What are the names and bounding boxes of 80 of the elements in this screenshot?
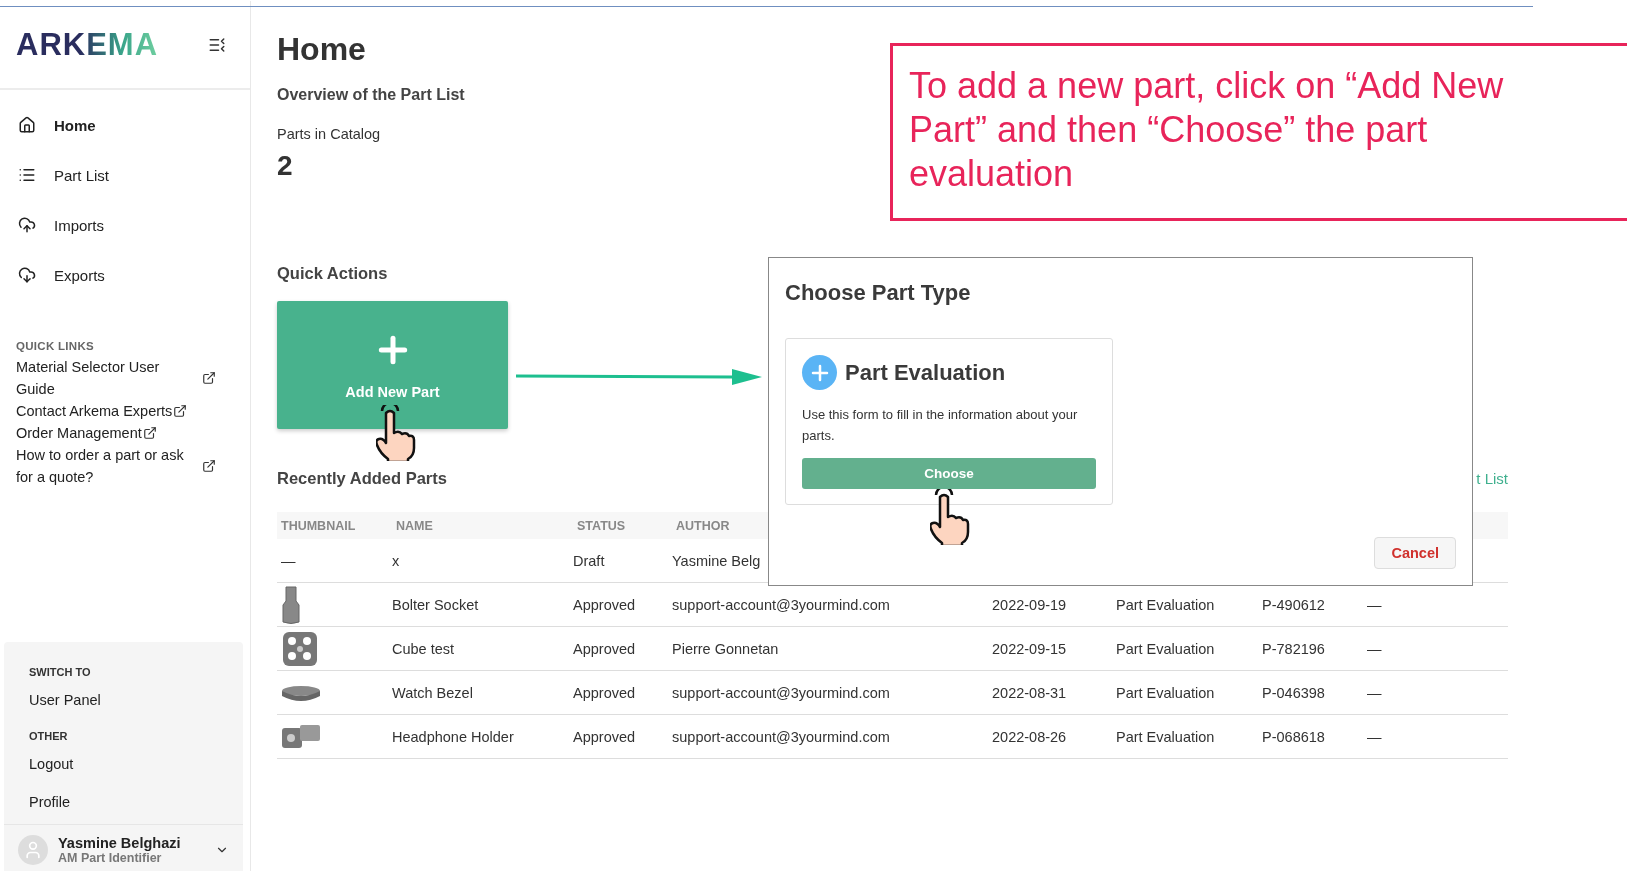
nav-item[interactable]: Home — [18, 100, 250, 150]
external-link-icon[interactable] — [142, 426, 157, 440]
menu-item[interactable]: Profile — [4, 786, 243, 824]
nav-item[interactable]: Part List — [18, 150, 250, 200]
section-heading: SWITCH TO — [28, 665, 92, 680]
table-cell-text: support-account@3yourmind.com — [672, 596, 891, 613]
quick-link[interactable]: Contact Arkema Experts — [16, 400, 173, 422]
table-cell-text: Part Evaluation — [1116, 596, 1216, 613]
table-cell-text: P-046398 — [1262, 684, 1326, 701]
table-cell-text: Headphone Holder — [392, 728, 515, 745]
collapse-menu-icon[interactable] — [208, 35, 226, 54]
table-cell-text: Part Evaluation — [1116, 684, 1216, 701]
quick-link[interactable]: How to order a part or ask for a quote? — [16, 444, 201, 488]
section-heading: QUICK LINKS — [16, 340, 96, 352]
plus-icon — [802, 355, 837, 390]
table-cell-text: x — [392, 552, 401, 569]
nav-item[interactable]: Exports — [18, 250, 250, 300]
table-cell-text: Bolter Socket — [392, 596, 480, 613]
menu-item[interactable]: Logout — [4, 748, 243, 786]
table-cell-text: 2022-09-15 — [992, 640, 1068, 657]
cloud-download-icon — [18, 266, 36, 284]
annotation-text: To add a new part, click on “Add New Part” and then “Choose” the part evaluation — [909, 64, 1505, 196]
table-cell-text: Approved — [573, 596, 637, 613]
table-cell: — — [281, 552, 296, 569]
table-cell-text: 2022-08-26 — [992, 728, 1068, 745]
section-heading: Quick Actions — [277, 264, 388, 283]
dialog-title: Choose Part Type — [785, 280, 972, 306]
table-cell-text: P-068618 — [1262, 728, 1326, 745]
table-cell-text: — — [1367, 640, 1383, 657]
external-link-icon[interactable] — [202, 459, 216, 473]
nav-item[interactable]: Imports — [18, 200, 250, 250]
cloud-upload-icon — [18, 216, 36, 234]
user-role: AM Part Identifier — [58, 851, 163, 865]
table-cell-text: Approved — [573, 640, 637, 657]
column-header: AUTHOR — [675, 518, 731, 533]
cancel-button[interactable]: Cancel — [1374, 537, 1456, 569]
table-cell-text: support-account@3yourmind.com — [672, 728, 891, 745]
column-header: STATUS — [576, 518, 627, 533]
table-cell-text: 2022-09-19 — [992, 596, 1068, 613]
socket-thumbnail — [281, 585, 301, 624]
stat-label: Parts in Catalog — [277, 126, 381, 142]
avatar-icon — [18, 835, 48, 865]
table-cell-text: Approved — [573, 684, 637, 701]
quick-link[interactable]: Material Selector User Guide — [16, 356, 201, 400]
table-cell-text: Watch Bezel — [392, 684, 474, 701]
table-cell-text: Pierre Gonnetan — [672, 640, 780, 657]
table-cell-text: Approved — [573, 728, 637, 745]
table-cell-text: Part Evaluation — [1116, 640, 1216, 657]
table-cell-text: Yasmine Belg — [672, 552, 762, 569]
section-subtitle: Overview of the Part List — [277, 86, 465, 104]
home-icon — [18, 116, 36, 134]
ring-thumbnail — [281, 683, 321, 702]
table-cell-text: — — [1367, 728, 1383, 745]
table-cell-text: Draft — [573, 552, 606, 569]
table-cell-text: — — [1367, 684, 1383, 701]
table-cell-text: Cube test — [392, 640, 456, 657]
menu-item[interactable]: User Panel — [4, 684, 243, 722]
quick-link[interactable]: Order Management — [16, 422, 142, 444]
external-link-icon[interactable] — [202, 371, 216, 385]
column-header: THUMBNAIL — [280, 518, 357, 533]
column-header: NAME — [395, 518, 434, 533]
table-cell-text: support-account@3yourmind.com — [672, 684, 891, 701]
table-cell-text: Part Evaluation — [1116, 728, 1216, 745]
table-cell-text: 2022-08-31 — [992, 684, 1068, 701]
table-cell-text: P-490612 — [1262, 596, 1326, 613]
lattice-thumbnail — [281, 629, 319, 668]
table-cell-text: — — [1367, 596, 1383, 613]
user-name: Yasmine Belghazi — [58, 835, 182, 851]
page-title: Home — [277, 31, 366, 68]
stat-value: 2 — [277, 150, 293, 182]
table-cell-text: P-782196 — [1262, 640, 1326, 657]
option-description: Use this form to fill in the information about your parts. — [802, 406, 1079, 445]
section-heading: Recently Added Parts — [277, 469, 447, 488]
holder-thumbnail — [281, 723, 321, 750]
list-icon — [18, 166, 36, 184]
hand-pointer-icon — [376, 405, 416, 461]
option-title: Part Evaluation — [845, 359, 1006, 386]
section-heading: OTHER — [28, 729, 69, 744]
hand-pointer-icon — [930, 489, 970, 545]
external-link-icon[interactable] — [173, 404, 188, 418]
